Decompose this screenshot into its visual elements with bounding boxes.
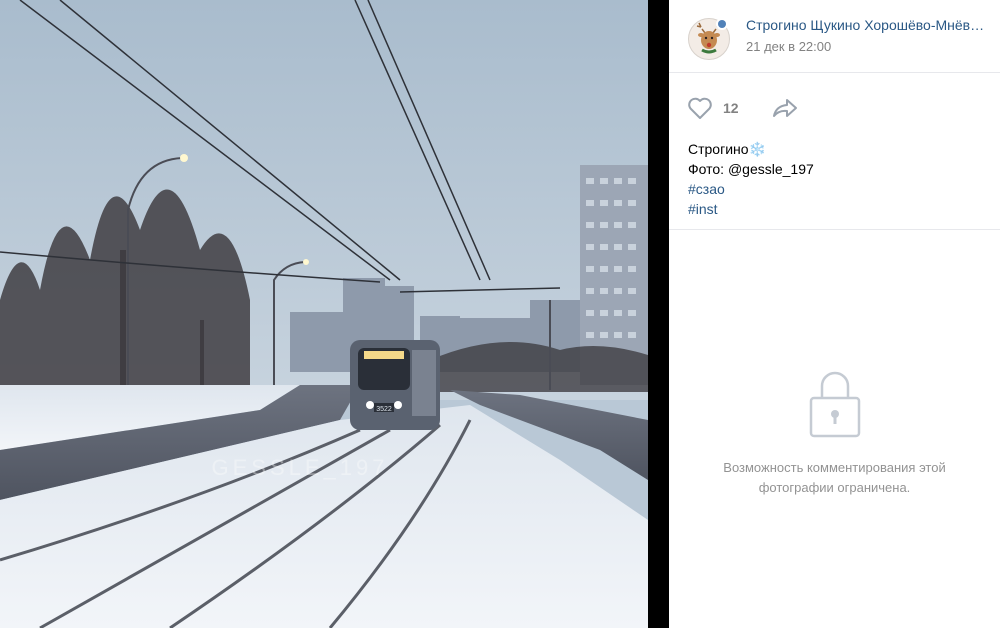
photo-viewer: 3522 GESSLE_197 Строгино Щукино Хорошёво… <box>0 0 1000 628</box>
hashtag-inst[interactable]: #inst <box>688 199 981 219</box>
comments-separator <box>669 229 1000 230</box>
comments-locked: Возможность комментирования этой фотогра… <box>669 370 1000 498</box>
share-button[interactable] <box>771 97 799 119</box>
post-place: Строгино <box>688 141 749 157</box>
comments-locked-line1: Возможность комментирования этой <box>723 460 946 475</box>
tram-number: 3522 <box>376 406 392 413</box>
verified-badge-icon <box>716 18 728 30</box>
viewer-divider <box>648 0 669 628</box>
comments-locked-line2: фотографии ограничена. <box>758 480 911 495</box>
like-count: 12 <box>723 100 739 116</box>
author-name[interactable]: Строгино Щукино Хорошёво-Мнёв… <box>746 17 1000 33</box>
lock-icon <box>809 371 860 438</box>
hashtag-szao[interactable]: #сзао <box>688 179 981 199</box>
comments-locked-message: Возможность комментирования этой фотогра… <box>669 458 1000 498</box>
snowflake-icon: ❄️ <box>748 141 766 157</box>
lamp-light <box>303 259 309 265</box>
photo[interactable]: 3522 GESSLE_197 <box>0 0 648 628</box>
post-sidebar: Строгино Щукино Хорошёво-Мнёв… 21 дек в … <box>669 0 1000 628</box>
photo-credit: Фото: @gessle_197 <box>688 161 814 177</box>
heart-outline-icon <box>688 97 712 119</box>
lamp-light <box>180 154 188 162</box>
post-date[interactable]: 21 дек в 22:00 <box>746 39 831 54</box>
post-text: Строгино❄️ Фото: @gessle_197 #сзао #inst <box>669 139 1000 219</box>
post-actions: 12 <box>669 73 1000 139</box>
share-arrow-icon <box>773 99 797 117</box>
tram: 3522 <box>350 340 440 430</box>
post-place-line: Строгино❄️ <box>688 139 981 159</box>
like-button[interactable]: 12 <box>687 96 739 120</box>
photo-watermark: GESSLE_197 <box>212 455 389 480</box>
post-author: Строгино Щукино Хорошёво-Мнёв… 21 дек в … <box>669 0 1000 73</box>
photo-scene: 3522 GESSLE_197 <box>0 0 648 628</box>
